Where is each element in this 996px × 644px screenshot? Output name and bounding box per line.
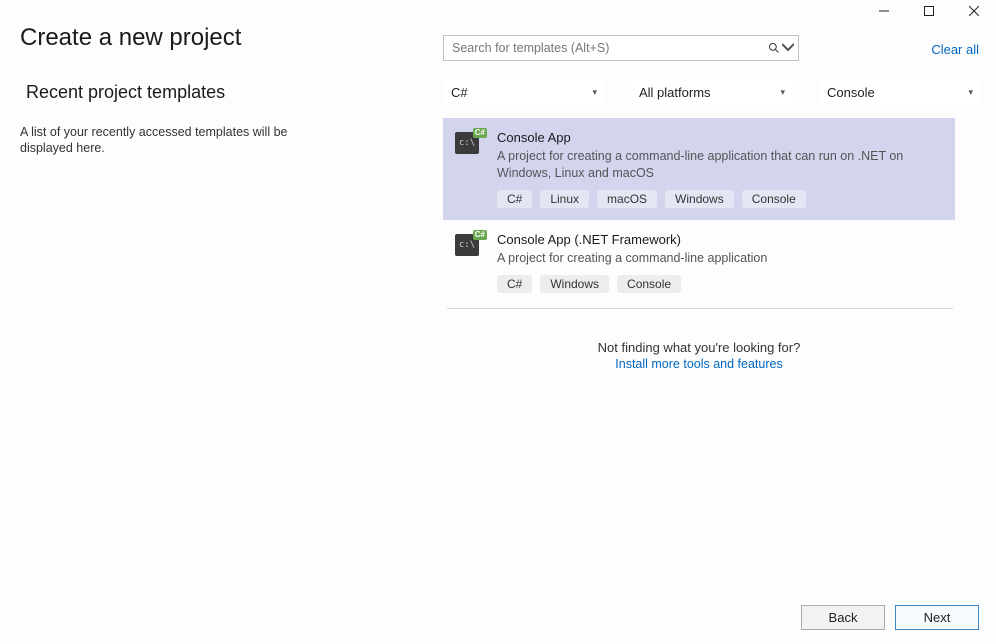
not-finding-block: Not finding what you're looking for? Ins…: [443, 340, 955, 373]
template-item[interactable]: c:\C# Console App A project for creating a…: [443, 118, 955, 220]
tag-row: C# Windows Console: [497, 275, 941, 293]
recent-templates-text: A list of your recently accessed templat…: [20, 124, 340, 157]
recent-templates-heading: Recent project templates: [26, 82, 225, 103]
platform-filter[interactable]: All platforms ▾: [631, 80, 793, 104]
not-finding-text: Not finding what you're looking for?: [443, 340, 955, 355]
install-tools-link[interactable]: Install more tools and features: [615, 357, 782, 371]
tag-row: C# Linux macOS Windows Console: [497, 190, 941, 208]
chevron-down-icon: ▾: [968, 87, 973, 98]
tag: C#: [497, 275, 532, 293]
tag: Console: [742, 190, 806, 208]
platform-filter-label: All platforms: [639, 85, 711, 100]
console-app-icon: c:\C#: [455, 130, 485, 154]
template-list: c:\C# Console App A project for creating a…: [443, 118, 955, 305]
project-type-filter[interactable]: Console ▾: [819, 80, 981, 104]
back-button[interactable]: Back: [801, 605, 885, 630]
tag: Linux: [540, 190, 589, 208]
tag: Windows: [540, 275, 609, 293]
clear-all-link[interactable]: Clear all: [931, 42, 979, 57]
template-name: Console App (.NET Framework): [497, 232, 941, 247]
search-icon[interactable]: [768, 36, 798, 60]
chevron-down-icon: ▾: [592, 87, 597, 98]
template-description: A project for creating a command-line ap…: [497, 250, 941, 267]
tag: Windows: [665, 190, 734, 208]
filter-row: C# ▾ All platforms ▾ Console ▾: [443, 80, 981, 104]
chevron-down-icon[interactable]: [782, 41, 794, 55]
window-controls: [861, 0, 996, 22]
template-name: Console App: [497, 130, 941, 145]
search-input[interactable]: [444, 41, 768, 55]
tag: macOS: [597, 190, 657, 208]
template-body: Console App A project for creating a comm…: [497, 130, 941, 208]
template-item[interactable]: c:\C# Console App (.NET Framework) A proje…: [443, 220, 955, 305]
page-title: Create a new project: [20, 24, 241, 52]
project-type-filter-label: Console: [827, 85, 875, 100]
footer-buttons: Back Next: [801, 605, 979, 630]
tag: Console: [617, 275, 681, 293]
next-button[interactable]: Next: [895, 605, 979, 630]
tag: C#: [497, 190, 532, 208]
maximize-button[interactable]: [906, 0, 951, 22]
chevron-down-icon: ▾: [780, 87, 785, 98]
close-button[interactable]: [951, 0, 996, 22]
language-filter[interactable]: C# ▾: [443, 80, 605, 104]
divider: [447, 308, 953, 309]
template-description: A project for creating a command-line ap…: [497, 148, 941, 182]
language-filter-label: C#: [451, 85, 468, 100]
console-app-icon: c:\C#: [455, 232, 485, 256]
search-box[interactable]: [443, 35, 799, 61]
template-body: Console App (.NET Framework) A project fo…: [497, 232, 941, 293]
minimize-button[interactable]: [861, 0, 906, 22]
